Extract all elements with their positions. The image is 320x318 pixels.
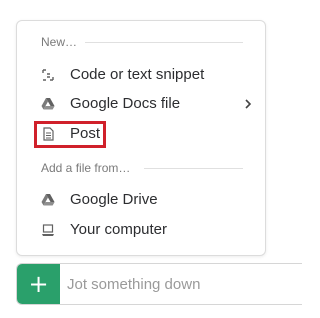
section-divider [85, 42, 243, 43]
menu-item-label: Google Drive [70, 191, 158, 208]
google-drive-icon [41, 97, 55, 111]
menu-item-google-drive[interactable]: Google Drive [17, 187, 265, 213]
chevron-right-icon [243, 97, 253, 111]
snippet-icon [41, 68, 55, 82]
post-document-icon [41, 127, 55, 141]
menu-item-label: Google Docs file [70, 95, 181, 112]
menu-item-label: Your computer [70, 221, 168, 238]
menu-item-label: Code or text snippet [70, 66, 205, 83]
section-header-new-label: New… [41, 35, 78, 49]
file-menu-stage: New… Code or text snippet Google Docs fi… [0, 0, 302, 318]
message-input[interactable] [67, 264, 297, 304]
menu-item-google-docs-file[interactable]: Google Docs file [17, 91, 265, 117]
menu-item-code-snippet[interactable]: Code or text snippet [17, 62, 265, 88]
section-header-add-from-label: Add a file from… [41, 161, 131, 175]
menu-item-post[interactable]: Post [17, 121, 265, 147]
section-header-new: New… [41, 35, 261, 49]
plus-icon: + [28, 270, 49, 298]
message-composer: + [16, 263, 302, 305]
section-divider [144, 168, 243, 169]
menu-item-label: Post [70, 125, 101, 142]
menu-item-your-computer[interactable]: Your computer [17, 217, 265, 243]
new-file-menu: New… Code or text snippet Google Docs fi… [16, 20, 266, 256]
section-header-add-from: Add a file from… [41, 161, 261, 175]
laptop-icon [41, 223, 55, 237]
google-drive-icon [41, 193, 55, 207]
add-file-button[interactable]: + [17, 264, 60, 304]
